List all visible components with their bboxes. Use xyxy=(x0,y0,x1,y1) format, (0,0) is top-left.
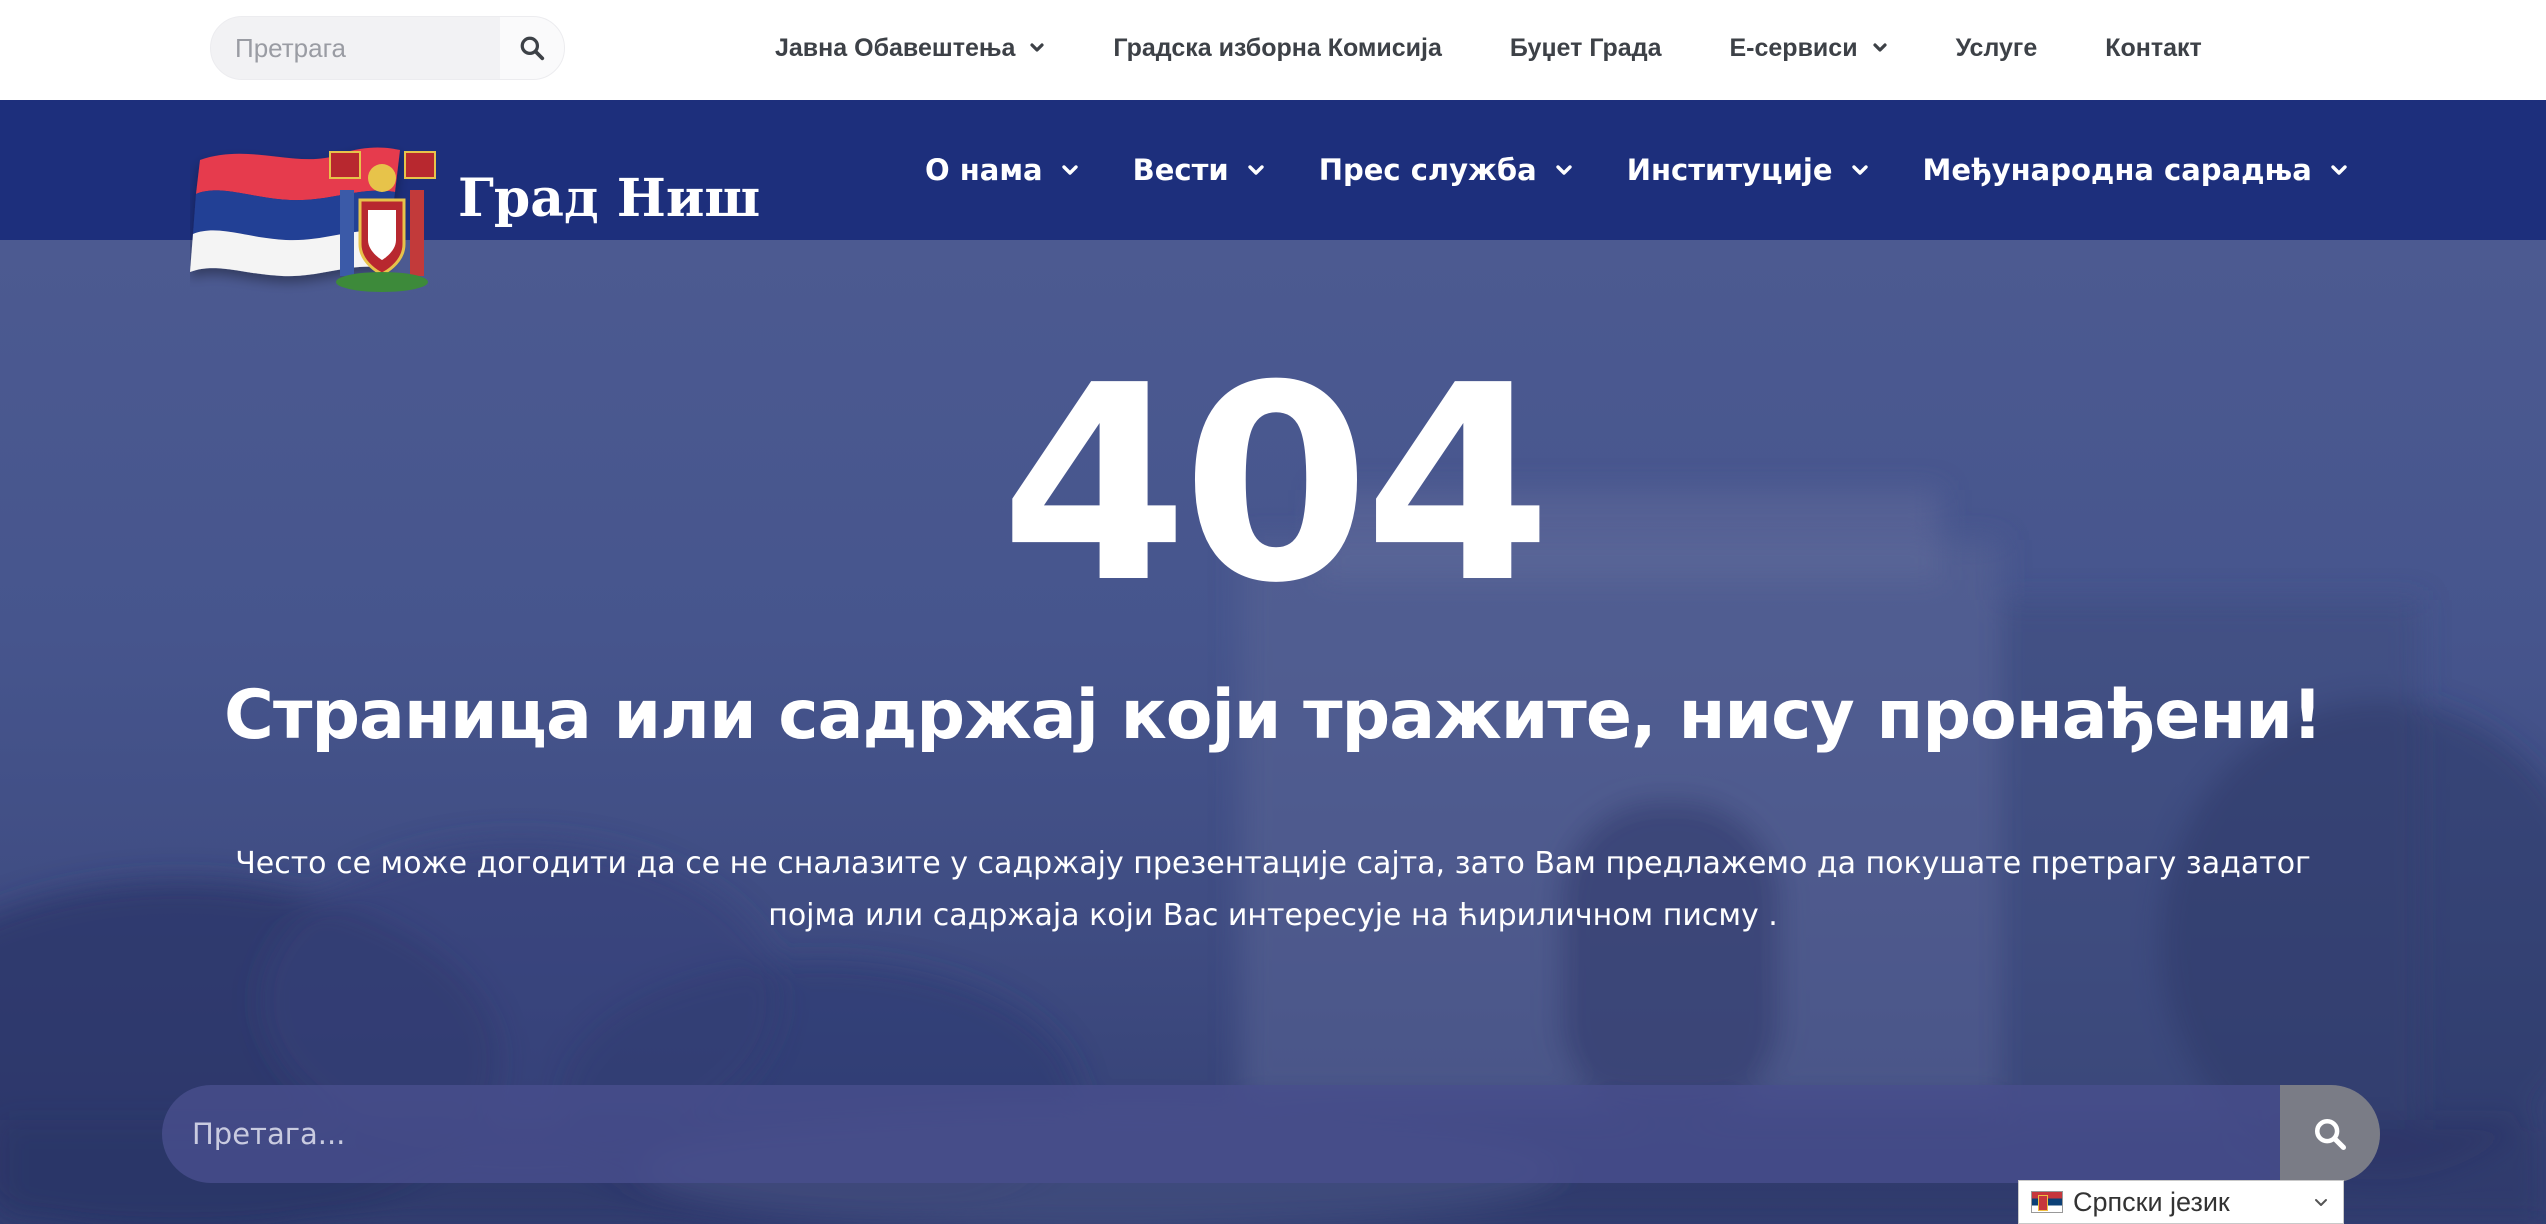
topnav-item-label: Услуге xyxy=(1955,33,2038,62)
hero-search-box xyxy=(162,1085,2380,1183)
mainnav-item-news[interactable]: Вести xyxy=(1133,153,1265,187)
error-code: 404 xyxy=(1000,327,1552,642)
site-name: Град Ниш xyxy=(458,168,761,229)
top-search-box xyxy=(210,16,565,80)
search-icon xyxy=(520,36,545,61)
topnav-item-label: Е-сервиси xyxy=(1729,33,1858,62)
chevron-down-icon xyxy=(1029,42,1045,54)
topnav-item-e-services[interactable]: Е-сервиси xyxy=(1729,34,1887,63)
mainnav-item-about[interactable]: О нама xyxy=(925,153,1079,187)
hero-search-input[interactable] xyxy=(192,1085,2242,1183)
topnav-item-label: Градска изборна Комисија xyxy=(1113,33,1442,62)
topnav-item-label: Буџет Града xyxy=(1509,33,1662,62)
mainnav-item-label: Међународна сарадња xyxy=(1922,153,2312,187)
language-selector[interactable]: Српски језик xyxy=(2018,1180,2344,1224)
topnav-item-label: Контакт xyxy=(2105,33,2202,62)
chevron-down-icon xyxy=(1247,164,1265,177)
mainnav-item-international-cooperation[interactable]: Међународна сарадња xyxy=(1923,153,2348,187)
mainnav-item-label: Институције xyxy=(1626,153,1833,187)
mainnav-item-label: Прес служба xyxy=(1318,153,1537,187)
topnav-item-contact[interactable]: Контакт xyxy=(2105,34,2202,63)
flag-coat-of-arms-icon xyxy=(190,147,436,292)
mainnav-item-label: Вести xyxy=(1132,153,1229,187)
hero-search-button[interactable] xyxy=(2280,1085,2380,1183)
top-search-input[interactable] xyxy=(235,17,495,79)
error-title: Страница или садржај који тражите, нису … xyxy=(224,676,2323,755)
topnav-item-services[interactable]: Услуге xyxy=(1956,34,2038,63)
chevron-down-icon xyxy=(1555,164,1573,177)
top-navigation: Јавна Обавештења Градска изборна Комисиј… xyxy=(775,0,2202,96)
top-utility-bar: Јавна Обавештења Градска изборна Комисиј… xyxy=(0,0,2546,100)
main-navigation: О нама Вести Прес служба Институције Међ… xyxy=(925,100,2348,240)
chevron-down-icon xyxy=(1872,42,1888,54)
site-logo[interactable]: Град Ниш xyxy=(190,140,760,300)
search-icon xyxy=(2314,1118,2347,1151)
mainnav-item-press-office[interactable]: Прес служба xyxy=(1319,153,1573,187)
chevron-down-icon xyxy=(2330,164,2348,177)
chevron-down-icon xyxy=(2313,1197,2329,1208)
error-description: Често се може догодити да се не сналазит… xyxy=(235,846,2311,933)
language-label: Српски језик xyxy=(2073,1186,2230,1217)
topnav-item-public-notices[interactable]: Јавна Обавештења xyxy=(775,34,1045,63)
topnav-item-election-commission[interactable]: Градска изборна Комисија xyxy=(1113,34,1442,63)
chevron-down-icon xyxy=(1851,164,1869,177)
top-search-button[interactable] xyxy=(500,17,564,79)
serbia-flag-icon xyxy=(2031,1191,2063,1213)
topnav-item-city-budget[interactable]: Буџет Града xyxy=(1510,34,1662,63)
mainnav-item-institutions[interactable]: Институције xyxy=(1627,153,1869,187)
error-hero: 404 Страница или садржај који тражите, н… xyxy=(0,240,2546,1224)
chevron-down-icon xyxy=(1061,164,1079,177)
topnav-item-label: Јавна Обавештења xyxy=(775,33,1016,62)
mainnav-item-label: О нама xyxy=(925,153,1043,187)
